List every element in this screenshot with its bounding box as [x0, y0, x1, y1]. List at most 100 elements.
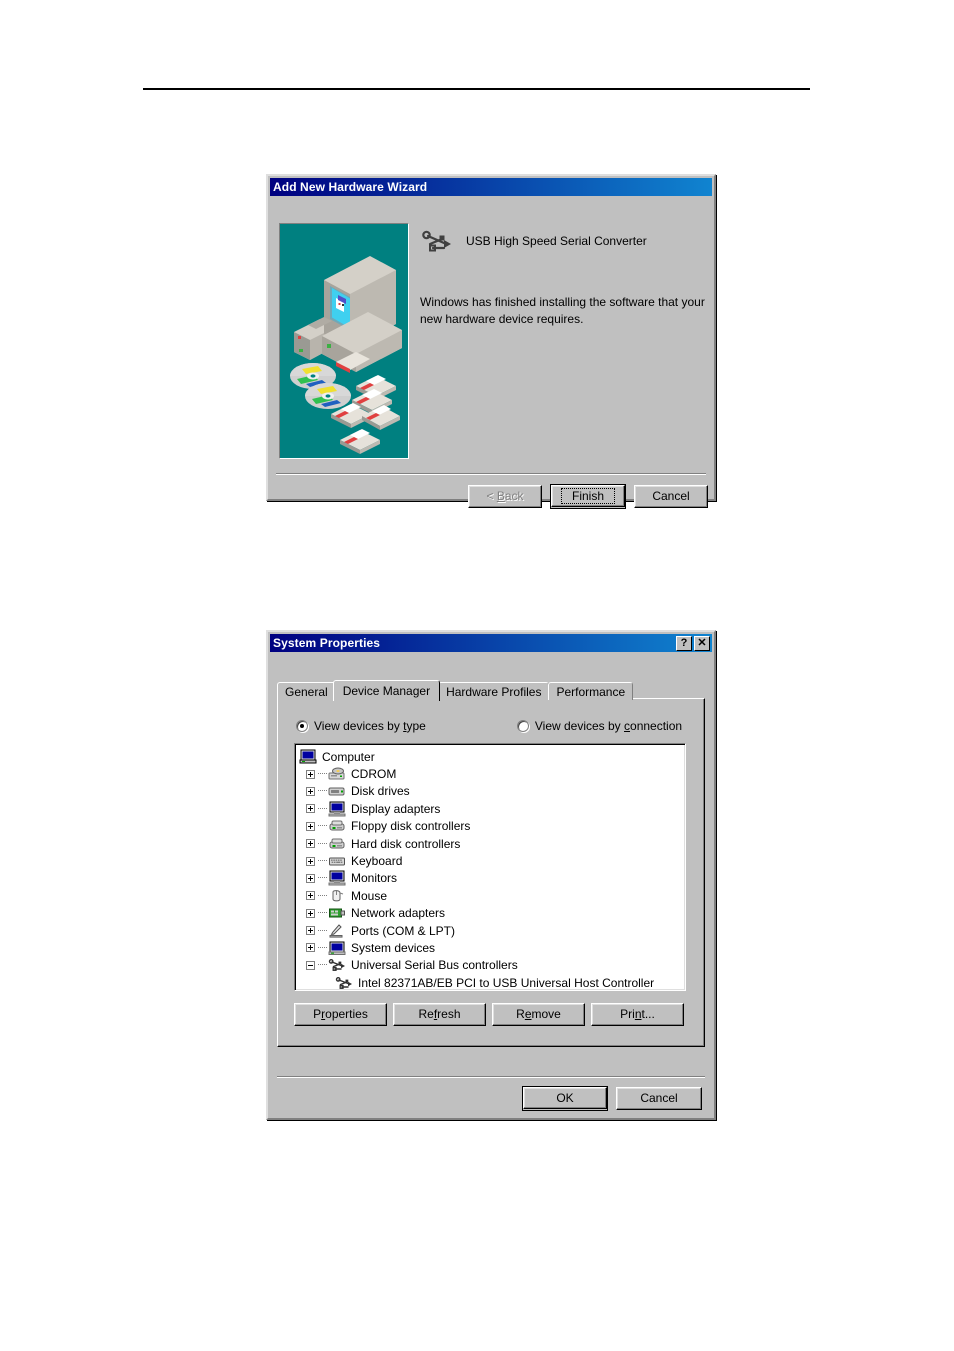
wizard-finish-button[interactable]: Finish — [550, 484, 626, 509]
radio-view-by-connection-label: View devices by connection — [534, 719, 683, 733]
tab-hardware-profiles[interactable]: Hardware Profiles — [438, 682, 550, 700]
remove-button-label: Remove — [516, 1007, 561, 1021]
expander-icon[interactable] — [306, 856, 315, 866]
expander-icon[interactable] — [306, 786, 315, 796]
device-manager-tab-page: View devices by type View devices by con… — [277, 698, 705, 1047]
wizard-body: USB High Speed Serial Converter Windows … — [268, 196, 714, 509]
refresh-button[interactable]: Refresh — [393, 1003, 486, 1026]
wizard-cancel-button[interactable]: Cancel — [634, 485, 708, 508]
wizard-back-label: < Back — [486, 489, 524, 503]
expander-icon[interactable] — [306, 943, 315, 953]
tree-item-keyboard[interactable]: Keyboard — [299, 852, 685, 869]
expander-icon[interactable] — [306, 873, 315, 883]
tree-item-display-adapters[interactable]: Display adapters — [299, 800, 685, 817]
tree-line — [318, 964, 327, 966]
tree-item-label: Monitors — [351, 871, 398, 886]
tree-item-label: Display adapters — [351, 801, 441, 816]
wizard-back-button[interactable]: < Back — [468, 485, 542, 508]
tree-item-usb-controllers[interactable]: Universal Serial Bus controllers — [299, 957, 685, 974]
wizard-device-name: USB High Speed Serial Converter — [466, 234, 647, 248]
tree-item-label: Disk drives — [351, 784, 410, 799]
wizard-title: Add New Hardware Wizard — [273, 180, 428, 194]
sysprops-body: General Device Manager Hardware Profiles… — [268, 652, 714, 1118]
wizard-titlebar[interactable]: Add New Hardware Wizard — [270, 178, 712, 196]
radio-view-by-type-indicator — [296, 720, 308, 732]
expander-icon[interactable] — [306, 839, 315, 849]
add-new-hardware-wizard-dialog: Add New Hardware Wizard USB High Speed S… — [266, 174, 716, 509]
close-button[interactable]: ✕ — [694, 635, 710, 651]
tree-line — [318, 929, 327, 932]
wizard-finish-inner: Finish — [551, 485, 625, 507]
radio-view-by-connection[interactable]: View devices by connection — [516, 719, 683, 733]
usb-tree-icon — [328, 957, 346, 973]
system-properties-dialog: System Properties ? ✕ General Device Man… — [266, 630, 716, 1120]
tab-device-manager[interactable]: Device Manager — [332, 680, 441, 701]
tab-hardware-profiles-label: Hardware Profiles — [446, 684, 542, 699]
tree-line — [318, 825, 327, 827]
expander-icon[interactable] — [306, 891, 315, 901]
sysprops-titlebar[interactable]: System Properties ? ✕ — [270, 634, 712, 652]
view-mode-radio-group: View devices by type View devices by con… — [296, 719, 694, 733]
tabstrip: General Device Manager Hardware Profiles… — [277, 680, 634, 701]
ok-button[interactable]: OK — [522, 1086, 608, 1111]
print-button-label: Print... — [620, 1007, 655, 1021]
tree-line — [318, 860, 327, 862]
port-icon — [328, 923, 346, 939]
tree-item-label: Computer — [322, 749, 375, 764]
system-device-icon — [328, 940, 346, 956]
tree-line — [318, 894, 327, 897]
help-button[interactable]: ? — [676, 635, 692, 651]
tree-line — [318, 790, 327, 792]
tree-item-hard-disk-controllers[interactable]: Hard disk controllers — [299, 835, 685, 852]
sysprops-separator — [277, 1076, 705, 1078]
keyboard-icon — [328, 853, 346, 869]
hard-disk-controller-icon — [328, 836, 346, 852]
tab-performance[interactable]: Performance — [548, 682, 634, 700]
usb-icon — [420, 228, 454, 254]
cancel-button-label: Cancel — [640, 1091, 678, 1105]
tree-item-label: Floppy disk controllers — [351, 819, 471, 834]
tree-line — [318, 877, 327, 879]
tree-item-floppy-disk-controllers[interactable]: Floppy disk controllers — [299, 818, 685, 835]
tab-general[interactable]: General — [277, 682, 336, 700]
tab-device-manager-label: Device Manager — [342, 684, 431, 698]
tree-item-label: Network adapters — [351, 906, 446, 921]
usb-tree-icon — [335, 975, 353, 990]
radio-view-by-type[interactable]: View devices by type — [296, 719, 426, 733]
tree-item-label: Hard disk controllers — [351, 836, 461, 851]
tree-item-system-devices[interactable]: System devices — [299, 939, 685, 956]
tree-item-cdrom[interactable]: CDROM — [299, 765, 685, 782]
cdrom-icon — [328, 766, 346, 782]
expander-icon[interactable] — [306, 926, 315, 936]
expander-icon[interactable] — [306, 821, 315, 831]
disk-drive-icon — [328, 783, 346, 799]
tree-item-mouse[interactable]: Mouse — [299, 887, 685, 904]
tree-item-label: Intel 82371AB/EB PCI to USB Universal Ho… — [358, 975, 655, 990]
tree-item-monitors[interactable]: Monitors — [299, 870, 685, 887]
refresh-button-label: Refresh — [418, 1007, 461, 1021]
tree-item-network-adapters[interactable]: Network adapters — [299, 905, 685, 922]
wizard-illustration — [279, 223, 409, 459]
tree-item-label: Ports (COM & LPT) — [351, 923, 456, 938]
properties-button[interactable]: Properties — [294, 1003, 387, 1026]
tab-general-label: General — [285, 684, 328, 699]
remove-button[interactable]: Remove — [492, 1003, 585, 1026]
tree-item-label: Mouse — [351, 888, 388, 903]
ok-button-inner: OK — [523, 1087, 607, 1109]
display-adapter-icon — [328, 801, 346, 817]
expander-icon[interactable] — [306, 960, 315, 970]
expander-icon[interactable] — [306, 908, 315, 918]
print-button[interactable]: Print... — [591, 1003, 684, 1026]
cancel-button[interactable]: Cancel — [616, 1087, 702, 1110]
tree-item-intel-usb-host-controller[interactable]: Intel 82371AB/EB PCI to USB Universal Ho… — [299, 974, 685, 990]
tree-line — [318, 912, 327, 914]
device-tree-listbox[interactable]: Computer CDROM Disk drives Display adapt… — [294, 743, 686, 991]
tree-item-ports[interactable]: Ports (COM & LPT) — [299, 922, 685, 939]
expander-icon[interactable] — [306, 804, 315, 814]
radio-view-by-connection-indicator — [516, 720, 529, 732]
tree-item-disk-drives[interactable]: Disk drives — [299, 783, 685, 800]
sysprops-title: System Properties — [273, 636, 381, 650]
tree-item-computer[interactable]: Computer — [299, 748, 685, 765]
expander-icon[interactable] — [306, 769, 315, 779]
tree-line — [318, 773, 327, 775]
